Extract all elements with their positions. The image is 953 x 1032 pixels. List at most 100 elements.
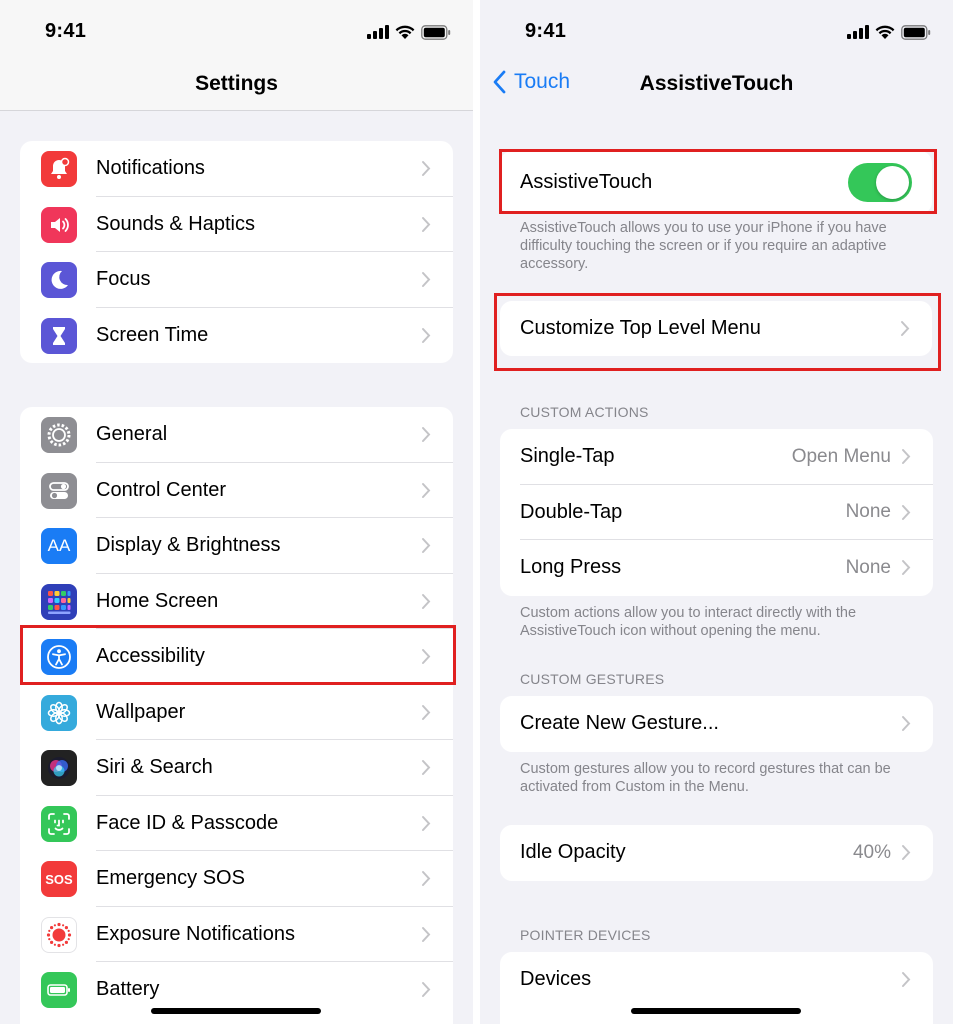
wifi-icon: [395, 25, 415, 39]
settings-item-sounds-haptics[interactable]: Sounds & Haptics: [20, 197, 453, 252]
settings-item-home-screen[interactable]: Home Screen: [20, 574, 453, 629]
settings-item-control-center[interactable]: Control Center: [20, 463, 453, 518]
settings-screen: 9:41 Settings Notifications Sounds & Hap…: [0, 0, 473, 1024]
double-tap-value: None: [845, 501, 891, 523]
create-new-gesture-row[interactable]: Create New Gesture...: [500, 696, 933, 752]
settings-item-label: Wallpaper: [96, 700, 186, 723]
siri-icon: [41, 750, 77, 786]
custom-actions-group: Single-Tap Open Menu Double-Tap None Lon…: [500, 429, 933, 596]
status-time: 9:41: [45, 20, 87, 42]
wifi-icon: [875, 25, 895, 39]
settings-item-display-brightness[interactable]: AA Display & Brightness: [20, 518, 453, 574]
single-tap-row[interactable]: Single-Tap Open Menu: [500, 429, 933, 485]
section-header-custom-gestures: CUSTOM GESTURES: [520, 671, 665, 687]
hourglass-icon: [41, 317, 77, 354]
flower-icon: [41, 694, 77, 731]
exposure-icon: [41, 916, 77, 953]
chevron-right-icon: [422, 704, 431, 720]
settings-item-label: Screen Time: [96, 323, 209, 346]
settings-item-screen-time[interactable]: Screen Time: [20, 308, 453, 364]
battery-icon: [41, 972, 77, 1008]
idle-opacity-label: Idle Opacity: [520, 841, 626, 864]
settings-item-siri-search[interactable]: Siri & Search: [20, 740, 453, 796]
chevron-right-icon: [422, 161, 431, 176]
settings-item-label: Siri & Search: [96, 756, 213, 779]
settings-item-label: General: [96, 423, 168, 446]
devices-label: Devices: [520, 968, 592, 991]
chevron-right-icon: [422, 926, 431, 942]
long-press-label: Long Press: [520, 556, 622, 579]
battery-status-icon: [421, 24, 451, 40]
settings-item-wallpaper[interactable]: Wallpaper: [20, 685, 453, 740]
settings-item-label: Face ID & Passcode: [96, 811, 279, 834]
double-tap-label: Double-Tap: [520, 500, 623, 523]
long-press-row[interactable]: Long Press None: [500, 540, 933, 596]
settings-group-1: Notifications Sounds & Haptics Focus Scr…: [20, 141, 453, 363]
idle-opacity-value: 40%: [852, 841, 891, 863]
settings-item-face-id-passcode[interactable]: Face ID & Passcode: [20, 796, 453, 851]
chevron-right-icon: [902, 560, 911, 575]
status-time: 9:41: [525, 20, 567, 42]
page-title: Settings: [195, 72, 278, 95]
settings-item-label: Notifications: [96, 157, 205, 180]
cellular-signal-icon: [367, 25, 389, 39]
sos-icon: SOS: [41, 861, 77, 897]
chevron-right-icon: [902, 449, 911, 464]
highlight-accessibility: [20, 625, 456, 685]
chevron-right-icon: [422, 982, 431, 997]
screen-divider: [473, 0, 480, 1024]
double-tap-row[interactable]: Double-Tap None: [500, 485, 933, 540]
create-gesture-label: Create New Gesture...: [520, 712, 719, 735]
idle-opacity-row[interactable]: Idle Opacity 40%: [500, 825, 933, 881]
status-bar: 9:41: [480, 0, 953, 62]
settings-item-emergency-sos[interactable]: SOS Emergency SOS: [20, 851, 453, 907]
custom-gestures-group: Create New Gesture...: [500, 696, 933, 752]
page-title: AssistiveTouch: [639, 72, 794, 95]
chevron-right-icon: [422, 871, 431, 886]
chevron-right-icon: [902, 716, 911, 731]
chevron-right-icon: [422, 272, 431, 287]
text-size-glyph: AA: [47, 536, 71, 555]
face-id-icon: [41, 805, 77, 842]
chevron-right-icon: [422, 327, 431, 343]
settings-item-label: Display & Brightness: [96, 534, 281, 557]
settings-item-label: Sounds & Haptics: [96, 212, 255, 235]
settings-item-label: Home Screen: [96, 589, 219, 612]
bell-icon: [41, 151, 77, 187]
long-press-value: None: [845, 556, 891, 578]
custom-actions-description: Custom actions allow you to interact dir…: [520, 605, 857, 639]
gear-icon: [41, 417, 77, 453]
settings-item-general[interactable]: General: [20, 407, 453, 463]
settings-item-focus[interactable]: Focus: [20, 252, 453, 308]
text-size-icon: AA: [41, 528, 77, 564]
chevron-right-icon: [902, 972, 911, 987]
app-grid-icon: [41, 583, 77, 620]
custom-gestures-description: Custom gestures allow you to record gest…: [520, 761, 891, 795]
chevron-right-icon: [422, 815, 431, 831]
moon-icon: [41, 262, 77, 298]
nav-bar: Settings: [0, 62, 473, 111]
cellular-signal-icon: [847, 25, 869, 39]
settings-item-label: Emergency SOS: [96, 867, 245, 890]
chevron-right-icon: [422, 593, 431, 609]
chevron-right-icon: [422, 216, 431, 232]
status-icons: [847, 22, 931, 42]
settings-item-notifications[interactable]: Notifications: [20, 141, 453, 197]
status-icons: [367, 22, 451, 42]
assistivetouch-description: AssistiveTouch allows you to use your iP…: [520, 220, 887, 272]
chevron-right-icon: [422, 427, 431, 442]
chevron-right-icon: [902, 845, 911, 860]
nav-bar: Touch AssistiveTouch: [480, 62, 953, 110]
single-tap-value: Open Menu: [791, 445, 891, 467]
chevron-right-icon: [902, 504, 911, 520]
highlight-assistivetouch: [499, 149, 937, 214]
section-header-custom-actions: CUSTOM ACTIONS: [520, 404, 649, 420]
settings-group-2: General Control Center AA Display & Brig…: [20, 407, 453, 1024]
home-indicator: [151, 1008, 321, 1014]
home-indicator: [631, 1008, 801, 1014]
devices-row[interactable]: Devices: [500, 952, 933, 1008]
idle-opacity-group: Idle Opacity 40%: [500, 825, 933, 881]
battery-status-icon: [901, 24, 931, 40]
pointer-devices-group: Devices: [500, 952, 933, 1032]
settings-item-exposure-notifications[interactable]: Exposure Notifications: [20, 907, 453, 962]
